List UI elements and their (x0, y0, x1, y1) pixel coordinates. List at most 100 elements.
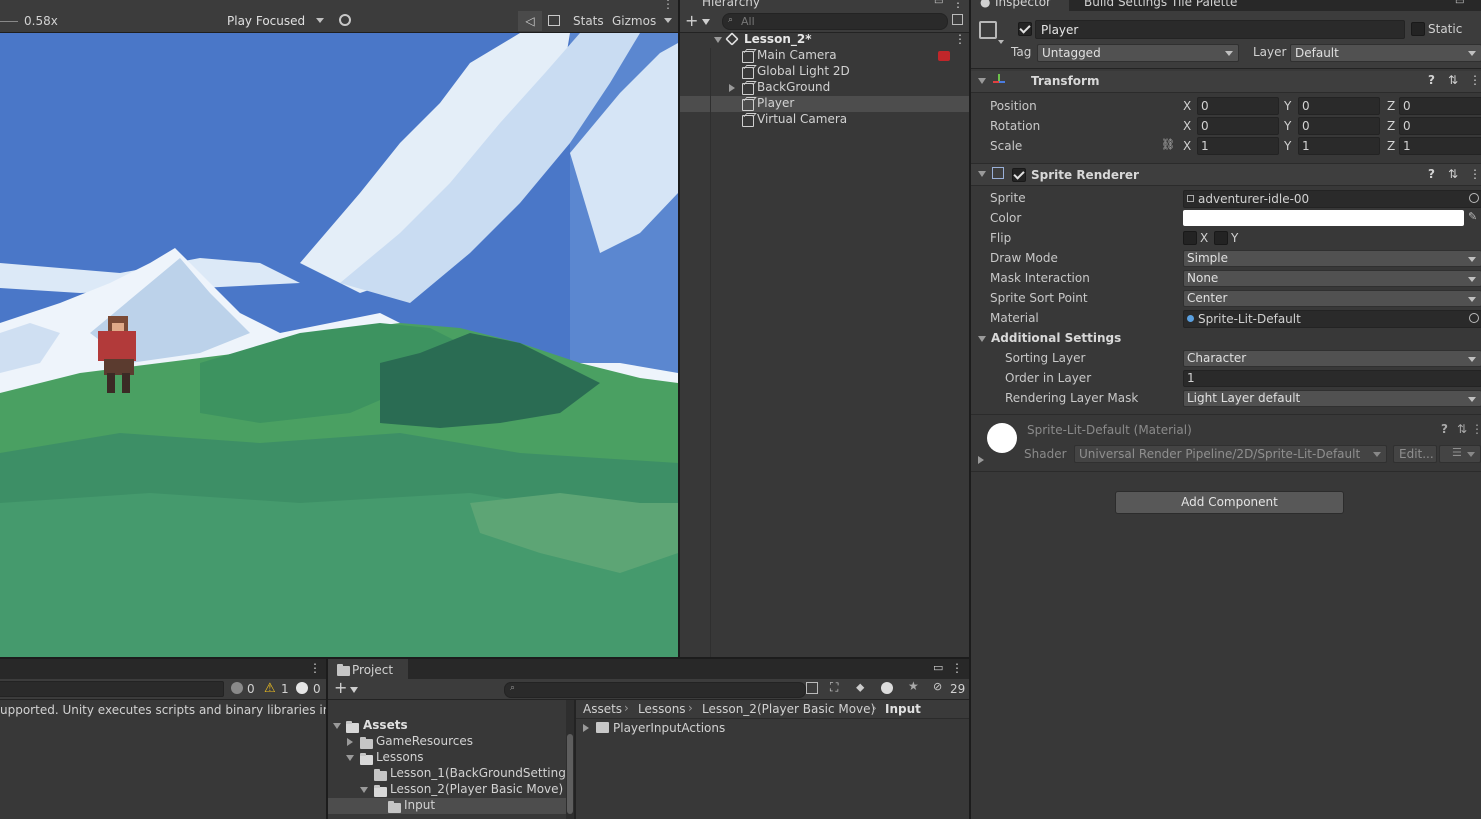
stats-grid-icon[interactable] (548, 15, 560, 26)
hierarchy-item[interactable]: Virtual Camera (680, 112, 969, 128)
tree-item-input-selected[interactable]: Input (328, 798, 566, 814)
breadcrumb-item[interactable]: Assets (583, 702, 622, 716)
flip-x-checkbox[interactable] (1183, 231, 1197, 245)
rotation-z-field[interactable]: 0 (1399, 117, 1481, 135)
play-mode-dropdown[interactable]: Play Focused (223, 12, 329, 29)
add-object-chevron-icon[interactable] (702, 19, 710, 25)
help-icon[interactable]: ? (1441, 422, 1448, 436)
lock-icon[interactable]: ▭ (933, 661, 943, 674)
position-z-field[interactable]: 0 (1399, 97, 1481, 115)
create-asset-icon[interactable]: + (334, 678, 347, 697)
active-checkbox[interactable] (1018, 22, 1032, 36)
sorting-layer-dropdown[interactable]: Character (1183, 350, 1481, 367)
expand-arrow-icon[interactable] (347, 738, 353, 746)
lock-icon[interactable]: ▭ (934, 0, 943, 7)
scene-visibility-icon[interactable] (952, 14, 963, 25)
sprite-renderer-enabled-checkbox[interactable] (1012, 168, 1026, 182)
hierarchy-search-input[interactable]: ⌕ All (722, 13, 948, 30)
order-in-layer-field[interactable]: 1 (1183, 370, 1481, 387)
gizmos-dropdown-icon[interactable] (664, 18, 672, 23)
tree-item-lesson1[interactable]: Lesson_1(BackGroundSetting) (328, 766, 566, 782)
create-asset-chevron-icon[interactable] (350, 687, 358, 693)
position-y-field[interactable]: 0 (1298, 97, 1380, 115)
breadcrumb-item[interactable]: Lessons (638, 702, 686, 716)
help-icon[interactable]: ? (1428, 167, 1435, 181)
tab-project[interactable]: Project (328, 659, 408, 679)
search-by-label-icon[interactable]: ⛶ (830, 680, 838, 695)
presets-icon[interactable]: ⇅ (1457, 422, 1467, 436)
object-name-field[interactable]: Player (1035, 20, 1405, 39)
breadcrumb-item[interactable]: Lesson_2(Player Basic Move) (702, 702, 875, 716)
expand-arrow-icon[interactable] (333, 723, 341, 729)
fold-arrow-icon[interactable] (978, 336, 986, 342)
error-filter-icon[interactable] (296, 682, 308, 694)
position-x-field[interactable]: 0 (1197, 97, 1279, 115)
draw-mode-dropdown[interactable]: Simple (1183, 250, 1481, 267)
tag-dropdown[interactable]: Untagged (1037, 44, 1239, 62)
hidden-packages-icon[interactable]: ⊘ (933, 680, 942, 693)
scale-slider-track[interactable] (0, 21, 18, 22)
expand-arrow-icon[interactable] (360, 787, 368, 793)
game-options-icon[interactable]: ⋮ (662, 0, 674, 11)
sprite-renderer-header[interactable]: Sprite Renderer ? ⇅ ⋮ (971, 163, 1481, 186)
shader-edit-button[interactable]: Edit... (1393, 445, 1437, 463)
stats-button[interactable]: Stats (573, 14, 604, 28)
label-tag-icon[interactable]: ⬥ (856, 680, 864, 695)
scale-y-field[interactable]: 1 (1298, 137, 1380, 155)
layer-dropdown[interactable]: Default (1290, 44, 1481, 62)
lock-icon[interactable]: ▭ (1455, 0, 1464, 7)
bug-icon[interactable] (339, 14, 351, 26)
hierarchy-item[interactable]: Main Camera (680, 48, 969, 64)
hierarchy-menu-icon[interactable]: ⋮ (952, 0, 964, 10)
chevron-down-icon[interactable] (998, 40, 1004, 44)
expand-arrow-icon[interactable] (729, 84, 735, 92)
color-field[interactable] (1183, 210, 1464, 226)
hierarchy-item[interactable]: Global Light 2D (680, 64, 969, 80)
shader-dropdown[interactable]: Universal Render Pipeline/2D/Sprite-Lit-… (1074, 445, 1387, 463)
expand-arrow-icon[interactable] (346, 755, 354, 761)
gizmos-button[interactable]: Gizmos (612, 14, 656, 28)
hierarchy-tab[interactable]: Hierarchy ▭ ⋮ (680, 0, 969, 11)
game-viewport[interactable] (0, 33, 678, 657)
eyedropper-icon[interactable]: ✎ (1468, 210, 1477, 223)
scene-row[interactable]: Lesson_2* ⋮ (680, 32, 969, 48)
warning-filter-icon[interactable]: ⚠ (264, 681, 276, 696)
sprite-object-field[interactable]: adventurer-idle-00 (1183, 190, 1481, 208)
project-search-input[interactable]: ⌕ (504, 682, 806, 698)
scale-z-field[interactable]: 1 (1399, 137, 1481, 155)
tree-item-lessons[interactable]: Lessons (328, 750, 566, 766)
rotation-x-field[interactable]: 0 (1197, 117, 1279, 135)
log-type-icon[interactable] (881, 682, 893, 694)
help-icon[interactable]: ? (1428, 73, 1435, 87)
link-icon[interactable]: ⛓ (1161, 138, 1175, 151)
console-message[interactable]: upported. Unity executes scripts and bin… (0, 703, 326, 721)
project-menu-icon[interactable]: ⋮ (951, 661, 963, 675)
console-menu-icon[interactable]: ⋮ (309, 661, 321, 675)
flip-y-checkbox[interactable] (1214, 231, 1228, 245)
component-menu-icon[interactable]: ⋮ (1469, 167, 1481, 181)
scale-x-field[interactable]: 1 (1197, 137, 1279, 155)
material-object-field[interactable]: Sprite-Lit-Default (1183, 310, 1481, 328)
search-by-type-icon[interactable] (806, 682, 818, 694)
object-picker-icon[interactable] (1469, 313, 1479, 323)
rendering-layer-mask-dropdown[interactable]: Light Layer default (1183, 390, 1481, 407)
project-file-item[interactable]: PlayerInputActions (576, 720, 969, 736)
rotation-y-field[interactable]: 0 (1298, 117, 1380, 135)
fold-arrow-icon[interactable] (978, 171, 986, 177)
info-filter-icon[interactable] (231, 682, 243, 694)
transform-header[interactable]: Transform ? ⇅ ⋮ (971, 71, 1481, 93)
tree-item-gameresources[interactable]: GameResources (328, 734, 566, 750)
mute-audio-icon[interactable]: ◁ (518, 11, 542, 31)
shader-options-button[interactable]: ☰ (1439, 445, 1481, 463)
tab-tile-palette[interactable]: Tile Palette (1171, 0, 1237, 9)
expand-arrow-icon[interactable] (583, 724, 589, 732)
static-checkbox[interactable] (1411, 22, 1425, 36)
sprite-sort-point-dropdown[interactable]: Center (1183, 290, 1481, 307)
hierarchy-item-selected[interactable]: Player (680, 96, 969, 112)
mask-interaction-dropdown[interactable]: None (1183, 270, 1481, 287)
presets-icon[interactable]: ⇅ (1448, 73, 1458, 87)
object-picker-icon[interactable] (1469, 193, 1479, 203)
hierarchy-item[interactable]: BackGround (680, 80, 969, 96)
component-menu-icon[interactable]: ⋮ (1471, 422, 1481, 436)
fold-arrow-icon[interactable] (978, 456, 984, 464)
